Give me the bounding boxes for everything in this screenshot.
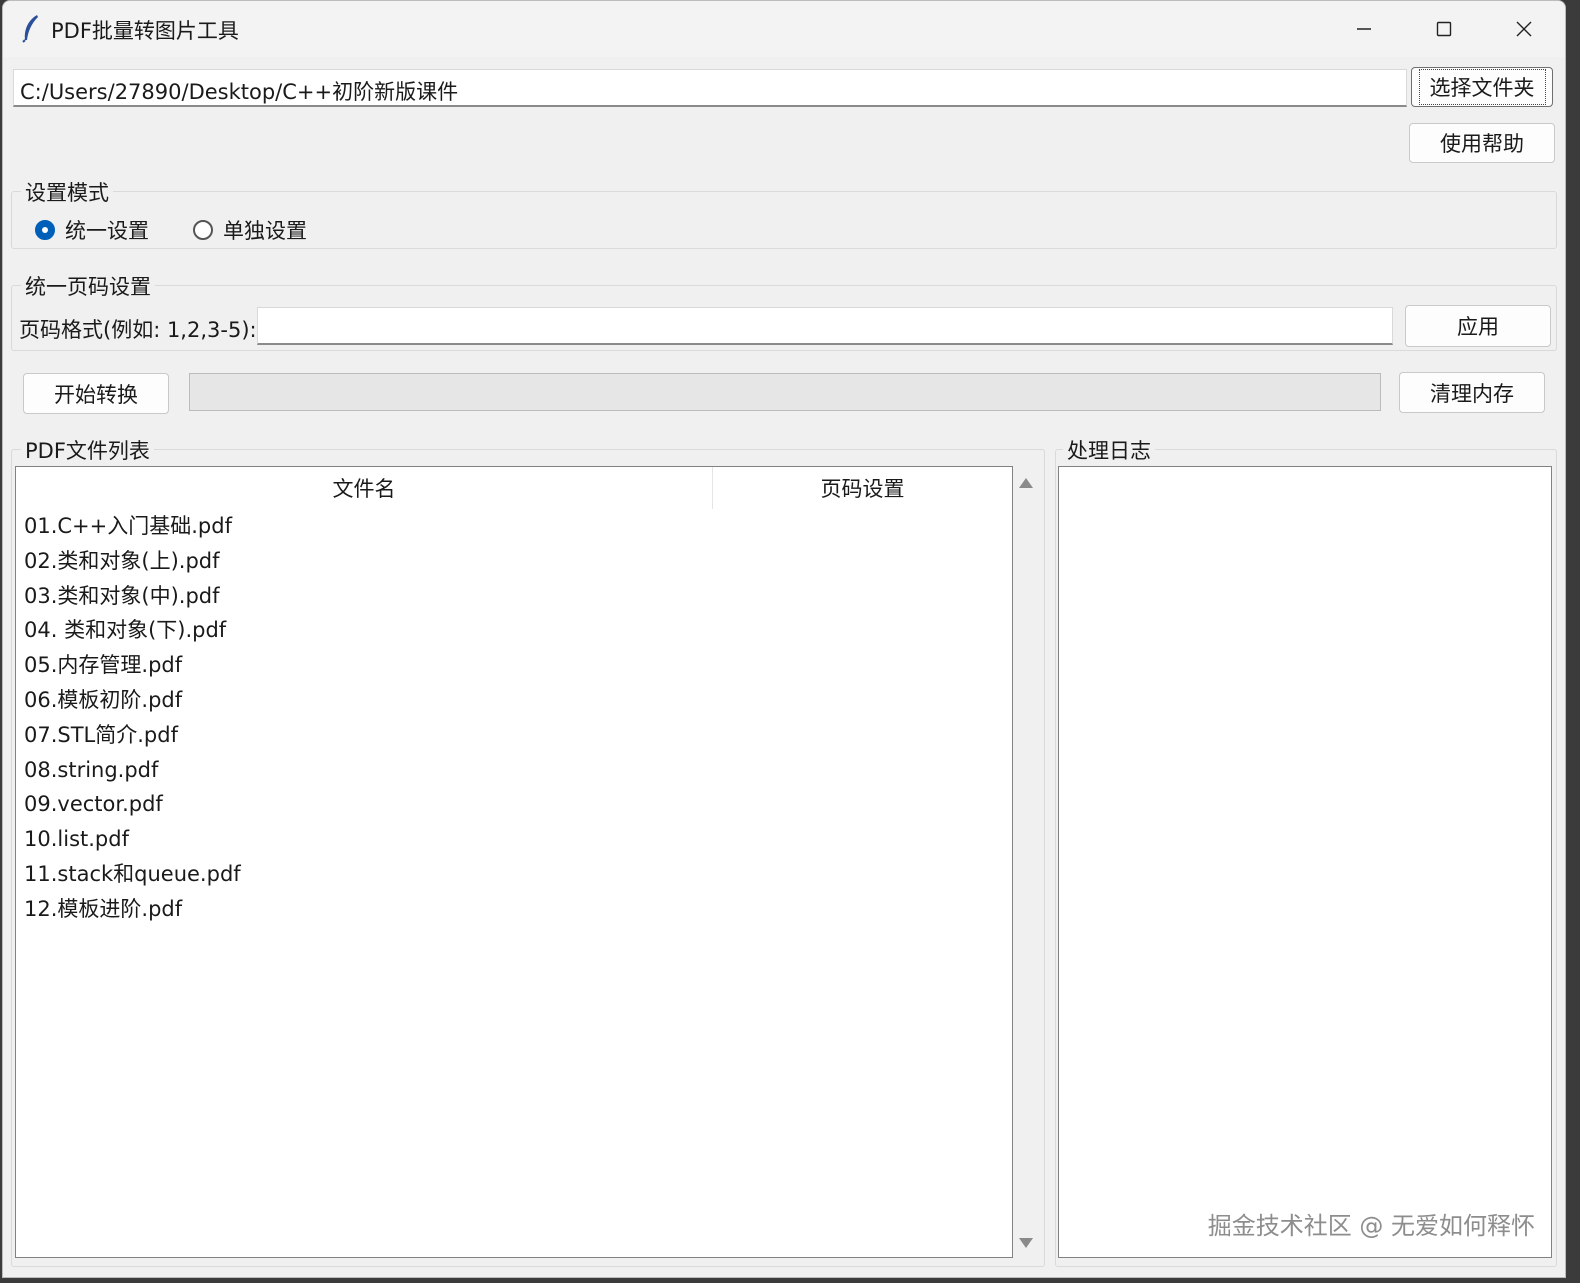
help-button[interactable]: 使用帮助 bbox=[1409, 123, 1555, 163]
table-row[interactable]: 05.内存管理.pdf bbox=[24, 648, 241, 683]
file-rows: 01.C++入门基础.pdf 02.类和对象(上).pdf 03.类和对象(中)… bbox=[24, 509, 241, 927]
mode-radio-uniform-label: 统一设置 bbox=[65, 219, 149, 243]
clear-memory-button[interactable]: 清理内存 bbox=[1399, 372, 1545, 413]
folder-path-input[interactable]: C:/Users/27890/Desktop/C++初阶新版课件 bbox=[13, 69, 1407, 107]
minimize-button[interactable] bbox=[1329, 1, 1399, 57]
close-button[interactable] bbox=[1489, 1, 1559, 57]
radio-checked-icon bbox=[35, 220, 55, 240]
tree-header: 文件名 页码设置 bbox=[16, 467, 1012, 509]
mode-radio-individual-label: 单独设置 bbox=[223, 219, 307, 243]
table-row[interactable]: 02.类和对象(上).pdf bbox=[24, 544, 241, 579]
table-row[interactable]: 08.string.pdf bbox=[24, 753, 241, 788]
app-window: PDF批量转图片工具 C:/Users/27890/Desktop/C++初阶新… bbox=[2, 0, 1566, 1278]
log-legend: 处理日志 bbox=[1063, 435, 1155, 465]
table-row[interactable]: 11.stack和queue.pdf bbox=[24, 857, 241, 892]
log-textarea[interactable] bbox=[1058, 466, 1552, 1258]
close-icon bbox=[1516, 21, 1532, 37]
window-title: PDF批量转图片工具 bbox=[51, 19, 239, 43]
table-row[interactable]: 10.list.pdf bbox=[24, 822, 241, 857]
table-row[interactable]: 09.vector.pdf bbox=[24, 787, 241, 822]
file-list-legend: PDF文件列表 bbox=[21, 435, 154, 465]
feather-icon bbox=[22, 15, 38, 43]
table-row[interactable]: 12.模板进阶.pdf bbox=[24, 892, 241, 927]
uniform-page-legend: 统一页码设置 bbox=[21, 271, 155, 301]
table-row[interactable]: 06.模板初阶.pdf bbox=[24, 683, 241, 718]
choose-folder-label: 选择文件夹 bbox=[1418, 69, 1546, 105]
file-list-scrollbar[interactable] bbox=[1015, 466, 1039, 1258]
start-convert-button[interactable]: 开始转换 bbox=[23, 373, 169, 414]
conversion-progress-bar bbox=[189, 373, 1381, 411]
table-row[interactable]: 03.类和对象(中).pdf bbox=[24, 579, 241, 614]
scroll-up-icon[interactable] bbox=[1019, 478, 1033, 488]
file-list-tree[interactable]: 文件名 页码设置 01.C++入门基础.pdf 02.类和对象(上).pdf 0… bbox=[15, 466, 1013, 1258]
mode-radio-uniform[interactable]: 统一设置 bbox=[35, 215, 149, 245]
title-bar[interactable]: PDF批量转图片工具 bbox=[3, 1, 1565, 57]
scroll-down-icon[interactable] bbox=[1019, 1238, 1033, 1248]
page-format-input[interactable] bbox=[257, 307, 1393, 345]
choose-folder-button[interactable]: 选择文件夹 bbox=[1411, 67, 1553, 107]
mode-legend: 设置模式 bbox=[21, 177, 113, 207]
column-header-pages[interactable]: 页码设置 bbox=[712, 467, 1012, 509]
minimize-icon bbox=[1357, 28, 1371, 30]
maximize-button[interactable] bbox=[1409, 1, 1479, 57]
maximize-icon bbox=[1436, 21, 1452, 37]
page-format-label: 页码格式(例如: 1,2,3-5): bbox=[19, 318, 257, 342]
radio-unchecked-icon bbox=[193, 220, 213, 240]
table-row[interactable]: 07.STL简介.pdf bbox=[24, 718, 241, 753]
apply-button[interactable]: 应用 bbox=[1405, 305, 1551, 347]
column-header-filename[interactable]: 文件名 bbox=[16, 467, 712, 509]
mode-radio-individual[interactable]: 单独设置 bbox=[193, 215, 307, 245]
watermark-text: 掘金技术社区 @ 无爱如何释怀 bbox=[1207, 1212, 1535, 1240]
table-row[interactable]: 01.C++入门基础.pdf bbox=[24, 509, 241, 544]
table-row[interactable]: 04. 类和对象(下).pdf bbox=[24, 613, 241, 648]
